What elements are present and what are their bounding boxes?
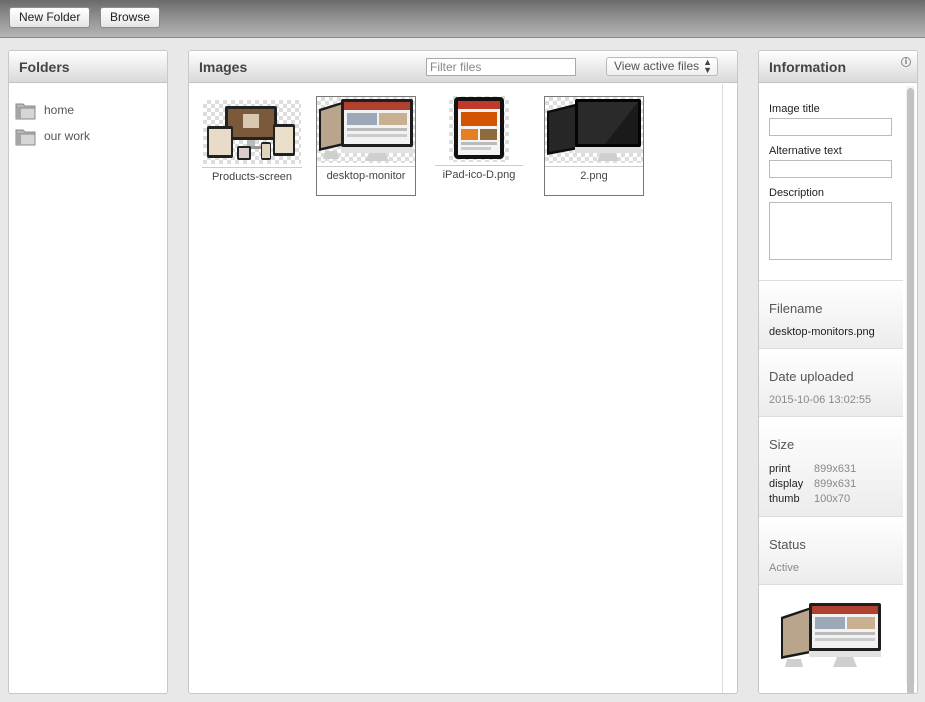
file-thumb-selected[interactable]: desktop-monitor xyxy=(316,96,416,196)
date-uploaded-label: Date uploaded xyxy=(769,369,854,384)
status-label: Status xyxy=(769,537,806,552)
preview-section xyxy=(759,584,903,693)
filename-value: desktop-monitors.png xyxy=(769,326,875,338)
tablet-icon xyxy=(449,96,509,162)
size-value: 899x631 xyxy=(814,478,857,490)
folder-item-home[interactable]: home xyxy=(15,99,74,121)
size-label: Size xyxy=(769,437,795,452)
information-panel: Information i Image title Alternative te… xyxy=(758,50,918,694)
alt-text-input[interactable] xyxy=(769,160,892,178)
filename-section: Filename desktop-monitors.png xyxy=(759,280,903,348)
file-thumb-selected[interactable]: 2.png xyxy=(544,96,644,196)
date-section: Date uploaded 2015-10-06 13:02:55 xyxy=(759,348,903,416)
date-uploaded-value: 2015-10-06 13:02:55 xyxy=(769,394,872,406)
file-name: 2.png xyxy=(545,166,643,182)
size-value: 100x70 xyxy=(814,493,851,505)
size-name: print xyxy=(769,463,791,475)
info-scrollbar-thumb[interactable] xyxy=(907,88,914,693)
description-label: Description xyxy=(769,187,825,199)
size-row-thumb: thumb 100x70 xyxy=(769,493,850,505)
images-panel: Images View active files ▲▼ xyxy=(188,50,738,694)
size-row-display: display 899x631 xyxy=(769,478,856,490)
devices-mockup-icon xyxy=(203,100,301,164)
image-title-input[interactable] xyxy=(769,118,892,136)
folder-icon xyxy=(15,129,36,145)
dark-monitors-icon xyxy=(545,97,643,163)
status-section: Status Active xyxy=(759,516,903,584)
browse-button[interactable]: Browse xyxy=(100,7,161,28)
view-files-select[interactable]: View active files ▲ ▼ xyxy=(606,57,718,76)
size-name: thumb xyxy=(769,493,800,505)
size-row-print: print 899x631 xyxy=(769,463,856,475)
images-grid: Products-screen desktop-monitor iPad-ico… xyxy=(189,84,723,693)
view-files-select-value: View active files xyxy=(614,59,700,73)
status-value: Active xyxy=(769,562,799,574)
info-icon[interactable]: i xyxy=(901,57,911,67)
new-folder-button[interactable]: New Folder xyxy=(9,7,91,28)
top-toolbar: New Folder Browse xyxy=(0,0,925,38)
size-value: 899x631 xyxy=(814,463,857,475)
folder-label: our work xyxy=(44,129,91,143)
file-thumb[interactable]: Products-screen xyxy=(202,100,302,183)
folder-item-our-work[interactable]: our work xyxy=(15,125,90,147)
folders-title: Folders xyxy=(9,51,167,83)
information-title-text: Information xyxy=(769,59,846,75)
description-textarea[interactable] xyxy=(769,202,892,260)
images-title: Images View active files ▲▼ xyxy=(189,51,737,83)
size-section: Size print 899x631 display 899x631 thumb… xyxy=(759,416,903,516)
file-name: desktop-monitor xyxy=(317,166,415,182)
info-body: Image title Alternative text Description… xyxy=(759,84,903,693)
size-name: display xyxy=(769,478,804,490)
file-thumb[interactable]: iPad-ico-D.png xyxy=(435,96,523,181)
file-name: Products-screen xyxy=(202,167,302,183)
images-title-text: Images xyxy=(199,59,248,75)
desktop-monitors-icon xyxy=(317,97,415,163)
filename-label: Filename xyxy=(769,301,823,316)
file-name: iPad-ico-D.png xyxy=(435,165,523,181)
folder-icon xyxy=(15,103,36,119)
folders-panel: Folders home our work xyxy=(8,50,168,694)
alt-text-label: Alternative text xyxy=(769,145,842,157)
updown-arrow-icon: ▲ ▼ xyxy=(703,57,712,75)
information-title: Information i xyxy=(759,51,917,83)
image-preview xyxy=(781,603,881,667)
image-title-label: Image title xyxy=(769,103,820,115)
folder-label: home xyxy=(44,103,75,117)
filter-files-input[interactable] xyxy=(426,58,576,76)
